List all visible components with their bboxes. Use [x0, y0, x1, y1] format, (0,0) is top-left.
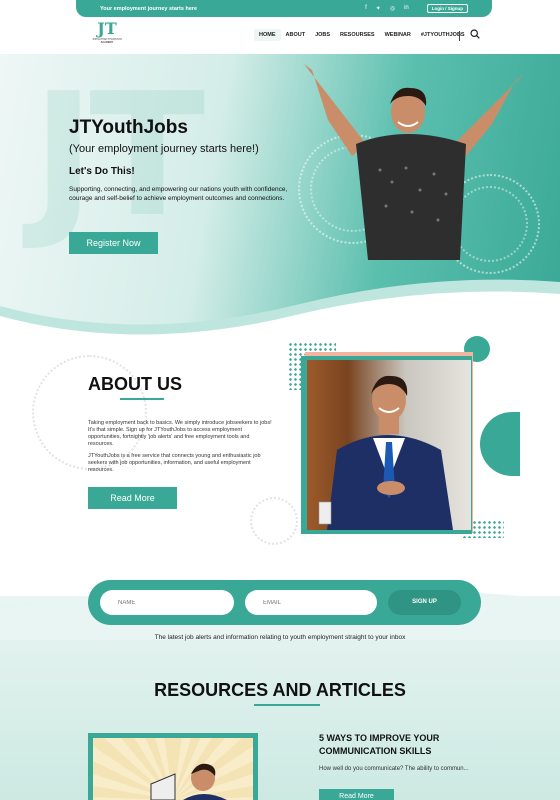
nav-item-home[interactable]: HOME [254, 29, 281, 41]
search-icon[interactable] [470, 29, 480, 39]
sign-up-button[interactable]: SIGN UP [388, 590, 461, 615]
nav-menu: HOME ABOUT JOBS RESOURSES WEBINAR #JTYOU… [254, 29, 470, 41]
article-image [93, 738, 253, 800]
article-read-more-button[interactable]: Read More [319, 789, 394, 800]
about-paragraph-1: Taking employment back to basics. We sim… [88, 420, 272, 447]
name-input[interactable] [100, 590, 234, 615]
decorative-circle [480, 412, 520, 476]
register-now-button[interactable]: Register Now [69, 232, 158, 254]
hero-section: JT JTYouthJobs (Your employment journey … [0, 54, 560, 344]
nav-item-about[interactable]: ABOUT [281, 29, 311, 41]
logo-line-2: ACADEMY [100, 41, 114, 44]
nav-item-jobs[interactable]: JOBS [310, 29, 335, 41]
facebook-icon[interactable]: f [365, 5, 367, 12]
hero-description: Supporting, connecting, and empowering o… [69, 186, 288, 202]
top-bar: Your employment journey starts here f ✦ … [76, 0, 492, 17]
email-input[interactable] [245, 590, 377, 615]
tagline: Your employment journey starts here [100, 5, 198, 12]
nav-item-webinar[interactable]: WEBINAR [380, 29, 416, 41]
about-paragraph-2: JTYouthJobs is a free service that conne… [88, 453, 261, 473]
newsletter-signup-form: SIGN UP [88, 580, 481, 625]
hero-heading: Let's Do This! [69, 166, 135, 177]
linkedin-icon[interactable]: in [404, 5, 409, 12]
nav-item-resources[interactable]: RESOURSES [335, 29, 380, 41]
hero-person-image [304, 64, 524, 260]
about-person-image [318, 375, 453, 530]
about-read-more-button[interactable]: Read More [88, 487, 177, 509]
login-signup-button[interactable]: Login / Signup [426, 4, 468, 13]
hero-subtitle: (Your employment journey starts here!) [69, 143, 259, 155]
article-excerpt: How well do you communicate? The ability… [319, 766, 469, 772]
about-underline [120, 398, 164, 400]
about-photo [307, 360, 471, 530]
main-navigation: JT JOHNATHAN THURSTON ACADEMY HOME ABOUT… [0, 17, 560, 54]
hero-title: JTYouthJobs [69, 117, 188, 138]
hero-wave [0, 279, 560, 344]
article-title[interactable]: 5 WAYS TO IMPROVE YOUR COMMUNICATION SKI… [319, 732, 479, 758]
instagram-icon[interactable]: ◎ [390, 5, 395, 12]
about-heading: ABOUT US [88, 374, 182, 394]
nav-divider [459, 31, 460, 41]
resources-underline [254, 704, 320, 706]
article-illustration [150, 763, 227, 800]
resources-heading: RESOURCES AND ARTICLES [154, 680, 406, 700]
decorative-mandala [250, 497, 298, 545]
social-links: f ✦ ◎ in [365, 5, 409, 12]
signup-note: The latest job alerts and information re… [154, 634, 406, 641]
site-logo[interactable]: JT JOHNATHAN THURSTON ACADEMY [90, 20, 124, 52]
nav-item-jtyouthjobs[interactable]: #JTYOUTHJOBS [416, 29, 470, 41]
logo-mark: JT [97, 19, 117, 38]
twitter-icon[interactable]: ✦ [376, 5, 381, 12]
hero-watermark: JT [32, 57, 205, 255]
